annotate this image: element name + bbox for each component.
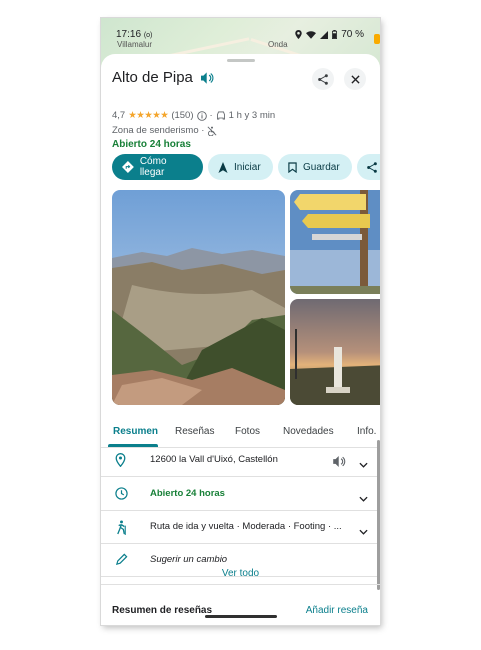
tab-summary[interactable]: Resumen — [113, 426, 158, 437]
hiking-icon — [115, 520, 128, 540]
chevron-down-icon[interactable] — [359, 522, 368, 540]
start-button[interactable]: Iniciar — [208, 154, 273, 180]
location-status-icon — [295, 30, 302, 39]
sheet-drag-handle[interactable] — [227, 59, 255, 62]
share-chip[interactable] — [357, 154, 380, 180]
info-icon[interactable] — [196, 110, 207, 121]
start-label: Iniciar — [234, 161, 261, 173]
navigation-arrow-icon — [218, 161, 228, 173]
phone-screen: Villamalur Onda 17:16 (o) 70 % Alto de P… — [101, 18, 380, 625]
status-indicator: (o) — [143, 32, 153, 39]
suggest-edit-text: Sugerir un cambio — [150, 554, 228, 565]
directions-button[interactable]: Cómo llegar — [112, 154, 203, 180]
address-text: 12600 la Vall d'Uixó, Castellón — [150, 454, 278, 465]
mountain-landscape-image — [112, 190, 285, 405]
sunset-photo[interactable] — [290, 299, 380, 405]
tab-updates[interactable]: Novedades — [283, 426, 334, 437]
rating-value: 4,7 — [112, 110, 126, 121]
share-icon — [318, 73, 328, 85]
tab-reviews[interactable]: Reseñas — [175, 426, 214, 437]
close-icon — [350, 74, 360, 84]
home-gesture-bar[interactable] — [205, 615, 277, 618]
car-icon — [216, 111, 225, 120]
directions-icon — [122, 161, 134, 173]
add-review-link[interactable]: Añadir reseña — [306, 605, 368, 616]
share-button[interactable] — [312, 68, 334, 90]
review-count[interactable]: (150) — [171, 110, 193, 121]
save-button[interactable]: Guardar — [278, 154, 352, 180]
directions-label: Cómo llegar — [139, 156, 167, 178]
address-row[interactable]: 12600 la Vall d'Uixó, Castellón — [101, 443, 380, 477]
read-aloud-icon[interactable] — [333, 454, 346, 472]
category-row: Zona de senderismo · — [112, 125, 217, 136]
chevron-down-icon[interactable] — [359, 455, 368, 473]
hours-row[interactable]: Abierto 24 horas — [101, 477, 380, 511]
not-accessible-icon — [207, 126, 217, 136]
hours-text: Abierto 24 horas — [150, 488, 225, 499]
status-time: 17:16 (o) — [116, 29, 153, 40]
share-chip-icon — [367, 161, 377, 173]
save-label: Guardar — [303, 161, 340, 173]
battery-icon — [332, 30, 338, 39]
signpost-photo[interactable] — [290, 190, 380, 294]
open-status: Abierto 24 horas — [112, 139, 191, 150]
bookmark-icon — [288, 161, 297, 173]
reviews-summary-header: Resumen de reseñas Añadir reseña — [101, 584, 380, 625]
rating-stars: ★★★★★ — [128, 110, 169, 121]
rating-row: 4,7 ★★★★★ (150) · 1 h y 3 min — [112, 110, 276, 121]
location-pin-icon — [115, 453, 126, 472]
sunset-marker-image — [290, 299, 380, 405]
trail-row[interactable]: Ruta de ida y vuelta · Moderada · Footin… — [101, 510, 380, 544]
speaker-icon[interactable] — [201, 71, 214, 89]
tab-photos[interactable]: Fotos — [235, 426, 260, 437]
wifi-icon — [306, 30, 317, 39]
tab-info[interactable]: Info. — [357, 426, 376, 437]
close-button[interactable] — [344, 68, 366, 90]
chevron-down-icon[interactable] — [359, 489, 368, 507]
place-title: Alto de Pipa — [112, 69, 193, 86]
battery-level: 70 % — [341, 29, 364, 40]
map-marker — [374, 34, 380, 44]
status-icons: 70 % — [295, 29, 364, 40]
trail-text: Ruta de ida y vuelta · Moderada · Footin… — [150, 521, 342, 532]
place-category: Zona de senderismo · — [112, 125, 205, 136]
signal-icon — [320, 30, 329, 39]
reviews-summary-title: Resumen de reseñas — [112, 605, 213, 616]
drive-time: 1 h y 3 min — [228, 110, 276, 121]
signpost-image — [290, 190, 380, 294]
main-photo[interactable] — [112, 190, 285, 405]
status-bar: 17:16 (o) 70 % — [101, 18, 380, 46]
place-sheet: Alto de Pipa 4,7 ★★★★★ (150) · 1 h y 3 m… — [101, 54, 380, 625]
clock-icon — [115, 487, 128, 505]
view-all-link[interactable]: Ver todo — [101, 568, 380, 579]
